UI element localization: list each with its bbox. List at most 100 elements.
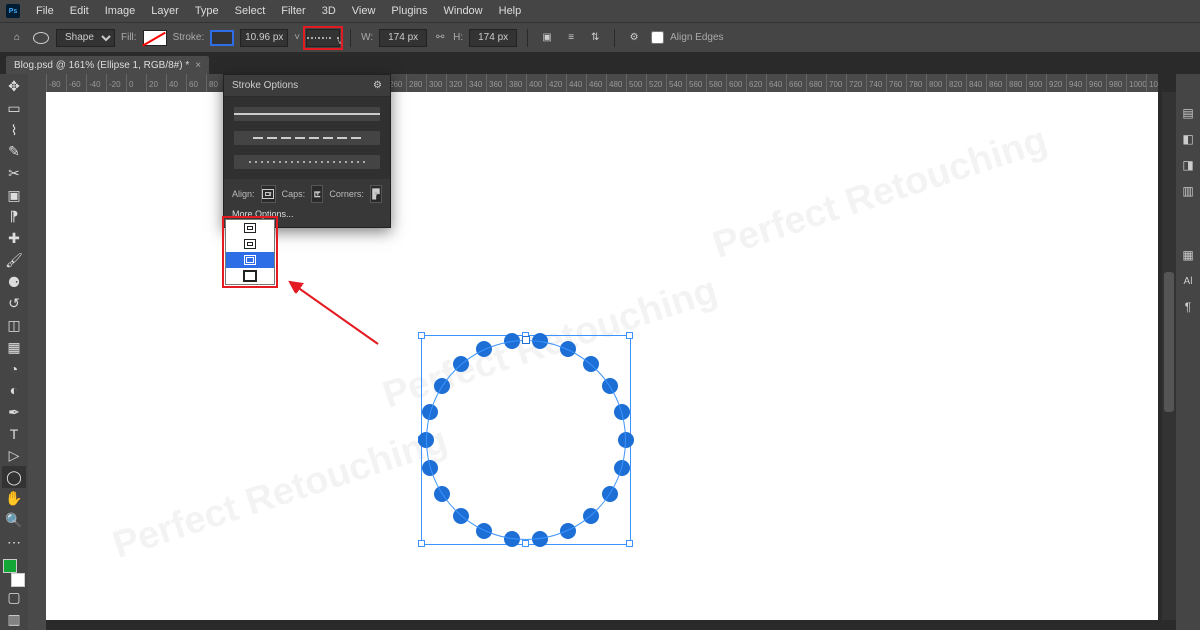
color-wells[interactable] — [3, 559, 25, 587]
menu-help[interactable]: Help — [491, 5, 530, 17]
ruler-corner — [28, 74, 46, 92]
fill-swatch[interactable] — [143, 30, 167, 46]
align-option-outside[interactable] — [226, 268, 274, 284]
path-combine-icon[interactable]: ▣ — [538, 29, 556, 47]
menu-bar: Ps FileEditImageLayerTypeSelectFilter3DV… — [0, 0, 1200, 22]
options-bar: ⌂ Shape Fill: Stroke: 10.96 px ˅ ˅ W: 17… — [0, 22, 1200, 52]
tools-panel: ✥ ▭ ⌇ ✎ ✂ ▣ ⁋ ✚ 🖌 ⚈ ↺ ◫ ▦ ◔ ◐ ✒ T ▷ ◯ ✋ … — [0, 74, 28, 630]
panel-icon[interactable]: ▤ — [1179, 104, 1197, 122]
blur-tool[interactable]: ◔ — [2, 358, 26, 380]
transform-handle[interactable] — [626, 540, 633, 547]
tool-mode-select[interactable]: Shape — [56, 29, 115, 47]
foreground-color[interactable] — [3, 559, 17, 573]
panel-gear-icon[interactable]: ⚙ — [373, 80, 382, 91]
photoshop-icon: Ps — [6, 4, 20, 18]
align-option-inside[interactable] — [226, 220, 274, 236]
path-select-tool[interactable]: ▷ — [2, 445, 26, 467]
marquee-tool[interactable]: ▭ — [2, 98, 26, 120]
stroke-align-dropdown — [225, 219, 275, 285]
dodge-tool[interactable]: ◐ — [2, 380, 26, 402]
stroke-width-input[interactable]: 10.96 px — [240, 29, 288, 47]
hand-tool[interactable]: ✋ — [2, 488, 26, 510]
vertical-scrollbar[interactable] — [1162, 92, 1176, 620]
height-input[interactable]: 174 px — [469, 29, 517, 47]
watermark: Perfect Retouching — [108, 419, 453, 568]
menu-file[interactable]: File — [28, 5, 62, 17]
menu-edit[interactable]: Edit — [62, 5, 97, 17]
document-tab[interactable]: Blog.psd @ 161% (Ellipse 1, RGB/8#) * × — [6, 56, 209, 74]
width-label: W: — [361, 32, 373, 43]
gradient-tool[interactable]: ▦ — [2, 336, 26, 358]
stroke-preset-dotted[interactable] — [234, 155, 380, 169]
transform-handle[interactable] — [418, 332, 425, 339]
menu-select[interactable]: Select — [227, 5, 274, 17]
eraser-tool[interactable]: ◫ — [2, 315, 26, 337]
type-tool[interactable]: T — [2, 423, 26, 445]
menu-3d[interactable]: 3D — [314, 5, 344, 17]
link-wh-icon[interactable]: ⚯ — [433, 32, 447, 43]
zoom-tool[interactable]: 🔍 — [2, 510, 26, 532]
stroke-preset-solid[interactable] — [234, 107, 380, 121]
transform-handle[interactable] — [418, 540, 425, 547]
screenmode-icon[interactable]: ▥ — [2, 608, 26, 630]
stroke-style-dropdown[interactable]: ˅ — [306, 29, 340, 47]
panel-icon[interactable]: ▥ — [1179, 182, 1197, 200]
align-edges-label: Align Edges — [670, 32, 723, 43]
stroke-caps-select[interactable]: ⊏▾ — [311, 185, 323, 203]
color-panel-icon[interactable]: ▦ — [1179, 246, 1197, 264]
menu-window[interactable]: Window — [436, 5, 491, 17]
width-input[interactable]: 174 px — [379, 29, 427, 47]
path-arrange-icon[interactable]: ⇅ — [586, 29, 604, 47]
lasso-tool[interactable]: ⌇ — [2, 119, 26, 141]
quickmask-icon[interactable]: ▢ — [2, 587, 26, 609]
close-tab-icon[interactable]: × — [195, 60, 201, 71]
menu-type[interactable]: Type — [187, 5, 227, 17]
gear-icon[interactable]: ⚙ — [625, 29, 643, 47]
ruler-horizontal: -80-60-40-200204060801001201401601802002… — [46, 74, 1158, 92]
edit-toolbar-icon[interactable]: ⋯ — [2, 531, 26, 553]
eyedropper-tool[interactable]: ⁋ — [2, 206, 26, 228]
align-option-center[interactable] — [226, 252, 274, 268]
panel-icon[interactable]: ◧ — [1179, 130, 1197, 148]
canvas[interactable]: Perfect Retouching Perfect Retouching Pe… — [46, 92, 1158, 620]
type-panel-label[interactable]: Al — [1179, 272, 1197, 290]
right-panel-bar: ▤ ◧ ◨ ▥ ▦ Al ¶ — [1176, 74, 1200, 630]
pen-tool[interactable]: ✒ — [2, 401, 26, 423]
quick-select-tool[interactable]: ✎ — [2, 141, 26, 163]
frame-tool[interactable]: ▣ — [2, 184, 26, 206]
brush-tool[interactable]: 🖌 — [2, 250, 26, 272]
crop-tool[interactable]: ✂ — [2, 163, 26, 185]
move-tool[interactable]: ✥ — [2, 76, 26, 98]
align-option-inside-alt[interactable] — [226, 236, 274, 252]
corners-label: Corners: — [329, 189, 364, 199]
stroke-preset-dashed[interactable] — [234, 131, 380, 145]
heal-tool[interactable]: ✚ — [2, 228, 26, 250]
panel-icon[interactable]: ◨ — [1179, 156, 1197, 174]
align-edges-checkbox[interactable] — [651, 31, 664, 44]
stroke-options-panel: Stroke Options ⚙ Align: ▾ Caps: ⊏▾ Corne… — [223, 74, 391, 228]
menu-filter[interactable]: Filter — [273, 5, 313, 17]
menu-image[interactable]: Image — [97, 5, 144, 17]
stroke-swatch[interactable] — [210, 30, 234, 46]
paragraph-panel-icon[interactable]: ¶ — [1179, 298, 1197, 316]
transform-handle[interactable] — [522, 540, 529, 547]
menu-view[interactable]: View — [344, 5, 384, 17]
history-brush-tool[interactable]: ↺ — [2, 293, 26, 315]
stroke-label: Stroke: — [173, 32, 205, 43]
menu-layer[interactable]: Layer — [143, 5, 187, 17]
ruler-vertical — [28, 92, 46, 630]
home-icon[interactable]: ⌂ — [8, 29, 26, 47]
watermark: Perfect Retouching — [708, 119, 1053, 268]
height-label: H: — [453, 32, 463, 43]
background-color[interactable] — [11, 573, 25, 587]
stroke-corners-select[interactable]: ▛▾ — [370, 185, 382, 203]
stroke-align-select[interactable]: ▾ — [261, 185, 276, 203]
ellipse-shape-tool[interactable]: ◯ — [2, 466, 26, 488]
menu-plugins[interactable]: Plugins — [383, 5, 435, 17]
transform-handle[interactable] — [626, 332, 633, 339]
stroke-preset-list — [224, 97, 390, 179]
align-label: Align: — [232, 189, 255, 199]
stamp-tool[interactable]: ⚈ — [2, 271, 26, 293]
anchor-point[interactable] — [522, 336, 530, 344]
path-align-icon[interactable]: ≡ — [562, 29, 580, 47]
